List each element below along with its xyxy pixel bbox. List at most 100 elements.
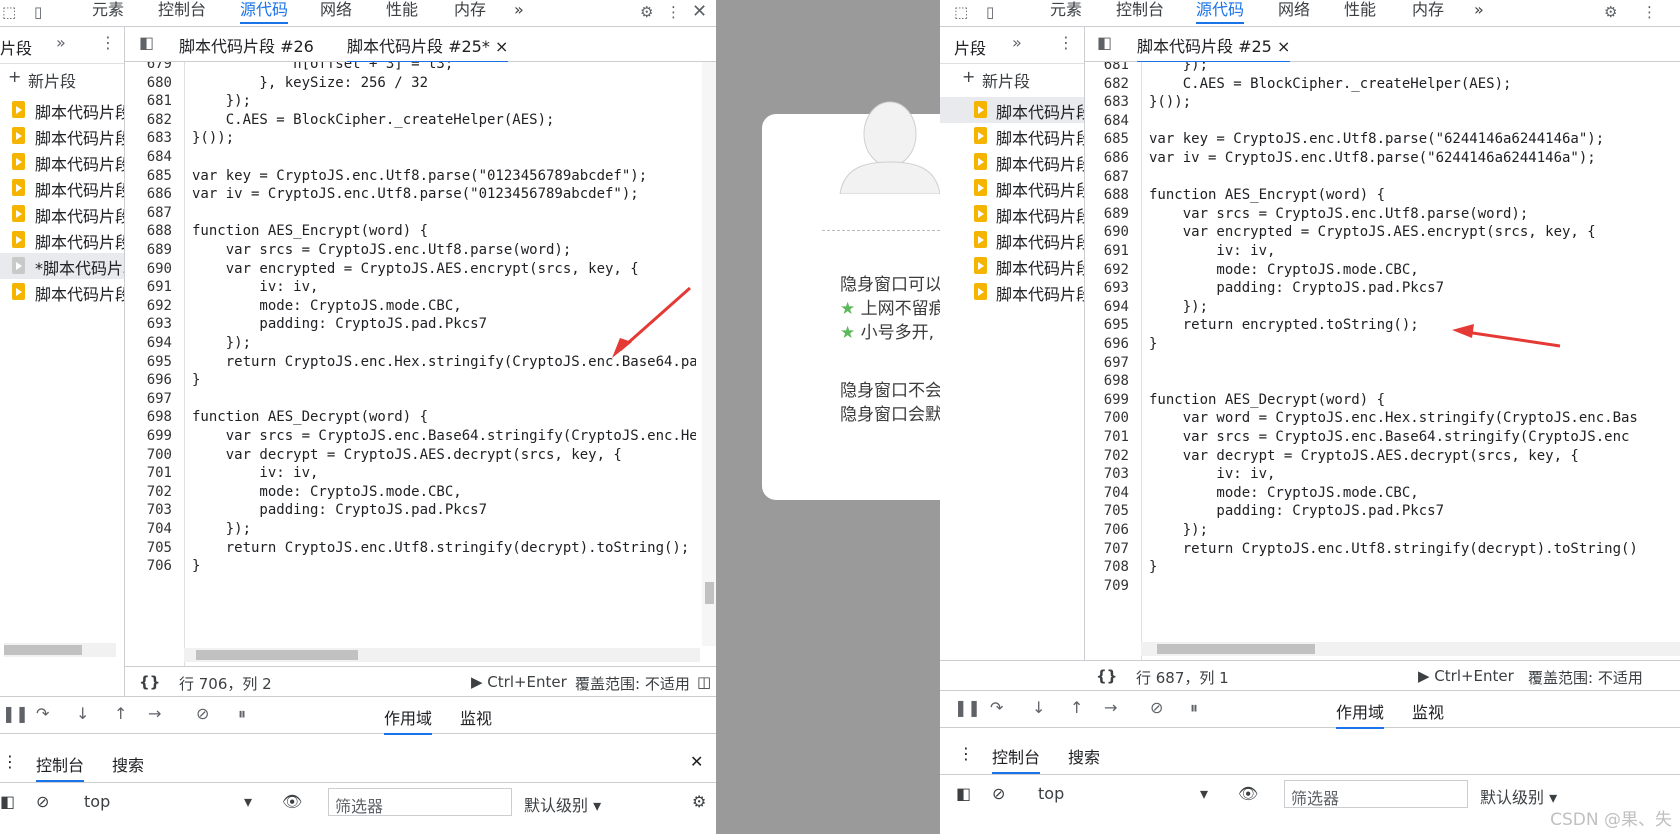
tab-watch[interactable]: 监视 xyxy=(460,705,492,729)
code-line[interactable]: var encrypted = CryptoJS.AES.encrypt(src… xyxy=(192,260,639,279)
code-line[interactable]: }()); xyxy=(192,129,234,148)
code-line[interactable]: iv: iv, xyxy=(192,464,318,483)
code-line[interactable]: }); xyxy=(192,334,251,353)
inspect-icon[interactable]: ⬚ xyxy=(954,3,968,21)
log-level-dropdown[interactable]: 默认级别 ▾ xyxy=(524,792,601,816)
code-line[interactable]: var srcs = CryptoJS.enc.Utf8.parse(word)… xyxy=(192,241,572,260)
code-line[interactable]: var iv = CryptoJS.enc.Utf8.parse("624414… xyxy=(1149,149,1596,168)
settings-gear-icon[interactable]: ⚙ xyxy=(1604,3,1617,21)
line-number[interactable]: 679 xyxy=(125,62,172,74)
line-number[interactable]: 695 xyxy=(1085,316,1129,335)
line-number[interactable]: 690 xyxy=(1085,223,1129,242)
code-line[interactable]: } xyxy=(1149,335,1157,354)
tab-console[interactable]: 控制台 xyxy=(158,0,206,26)
console-settings-gear-icon[interactable]: ⚙ xyxy=(692,792,706,811)
code-line[interactable]: function AES_Encrypt(word) { xyxy=(1149,186,1385,205)
console-filter-input[interactable]: 筛选器 xyxy=(1284,780,1468,808)
code-line[interactable]: var srcs = CryptoJS.enc.Base64.stringify… xyxy=(1149,428,1630,447)
code-line[interactable]: mode: CryptoJS.mode.CBC, xyxy=(192,483,461,502)
code-line[interactable]: function AES_Encrypt(word) { xyxy=(192,222,428,241)
line-number[interactable]: 682 xyxy=(1085,75,1129,94)
code-line[interactable]: }, keySize: 256 / 32 xyxy=(192,74,428,93)
line-number[interactable]: 690 xyxy=(125,260,172,279)
context-selector[interactable]: top xyxy=(84,792,110,811)
line-number[interactable]: 686 xyxy=(125,185,172,204)
line-number[interactable]: 689 xyxy=(1085,205,1129,224)
scroll-thumb[interactable] xyxy=(705,582,714,604)
close-drawer-icon[interactable]: ✕ xyxy=(690,752,703,771)
new-snippet-button[interactable]: + 新片段 xyxy=(0,64,124,92)
live-expression-eye-icon[interactable]: 👁 xyxy=(1238,784,1258,803)
line-number[interactable]: 681 xyxy=(125,92,172,111)
scroll-thumb[interactable] xyxy=(196,650,358,660)
line-number[interactable]: 682 xyxy=(125,111,172,130)
code-line[interactable]: var encrypted = CryptoJS.AES.encrypt(src… xyxy=(1149,223,1596,242)
line-number[interactable]: 688 xyxy=(1085,186,1129,205)
code-line[interactable]: }); xyxy=(1149,298,1208,317)
line-number[interactable]: 698 xyxy=(1085,372,1129,391)
line-number[interactable]: 692 xyxy=(1085,261,1129,280)
line-number[interactable]: 689 xyxy=(125,241,172,260)
line-number[interactable]: 686 xyxy=(1085,149,1129,168)
code-area[interactable]: }); C.AES = BlockCipher._createHelper(AE… xyxy=(1149,62,1680,640)
line-number[interactable]: 703 xyxy=(125,501,172,520)
inspect-icon[interactable]: ⬚ xyxy=(2,3,16,21)
code-hscrollbar[interactable] xyxy=(1141,642,1680,656)
line-number[interactable]: 707 xyxy=(1085,540,1129,559)
snippet-item[interactable]: 脚本代码片段 xyxy=(0,227,124,253)
line-number[interactable]: 701 xyxy=(125,464,172,483)
device-toolbar-icon[interactable]: ▯ xyxy=(34,3,42,21)
pause-icon[interactable]: ❚❚ xyxy=(2,704,29,723)
line-number[interactable]: 702 xyxy=(1085,447,1129,466)
pretty-print-button[interactable]: {} xyxy=(139,673,160,691)
line-number[interactable]: 684 xyxy=(1085,112,1129,131)
code-line[interactable]: }()); xyxy=(1149,93,1191,112)
tab-elements[interactable]: 元素 xyxy=(92,0,124,26)
code-line[interactable]: var word = CryptoJS.enc.Hex.stringify(Cr… xyxy=(1149,409,1638,428)
deactivate-breakpoints-icon[interactable]: ⊘ xyxy=(196,704,209,723)
snippet-item[interactable]: 脚本代码片段 xyxy=(0,123,124,149)
line-number[interactable]: 685 xyxy=(1085,130,1129,149)
code-line[interactable]: } xyxy=(192,371,200,390)
clear-console-icon[interactable]: ⊘ xyxy=(36,792,49,811)
line-number[interactable]: 699 xyxy=(1085,391,1129,410)
snippet-item[interactable]: 脚本代码片段 xyxy=(0,149,124,175)
context-selector[interactable]: top xyxy=(1038,784,1064,803)
file-tab-26[interactable]: 脚本代码片段 #26 xyxy=(179,33,314,57)
code-line[interactable]: return encrypted.toString(); xyxy=(1149,316,1419,335)
code-line[interactable]: var key = CryptoJS.enc.Utf8.parse("62441… xyxy=(1149,130,1604,149)
kebab-menu-icon[interactable]: ⋮ xyxy=(666,3,681,21)
line-number[interactable]: 702 xyxy=(125,483,172,502)
snippet-item[interactable]: 脚本代码片段 xyxy=(940,279,1084,305)
step-out-icon[interactable]: ↑ xyxy=(1070,698,1083,717)
code-line[interactable]: function AES_Decrypt(word) { xyxy=(192,408,428,427)
file-tab-25-modified[interactable]: 脚本代码片段 #25* × xyxy=(347,33,509,63)
line-number[interactable]: 708 xyxy=(1085,558,1129,577)
code-line[interactable]: h[offset + 3] = t3; xyxy=(192,62,453,74)
line-number[interactable]: 680 xyxy=(125,74,172,93)
snippet-item[interactable]: 脚本代码片段 xyxy=(940,201,1084,227)
scroll-thumb[interactable] xyxy=(4,645,82,655)
step-over-icon[interactable]: ↷ xyxy=(990,698,1003,717)
more-panels-icon[interactable]: » xyxy=(56,33,66,52)
code-line[interactable]: }); xyxy=(1149,521,1208,540)
toggle-debugger-icon[interactable]: ◫ xyxy=(697,673,711,691)
code-line[interactable]: mode: CryptoJS.mode.CBC, xyxy=(1149,261,1418,280)
line-number[interactable]: 683 xyxy=(1085,93,1129,112)
code-line[interactable]: padding: CryptoJS.pad.Pkcs7 xyxy=(1149,502,1444,521)
code-line[interactable]: padding: CryptoJS.pad.Pkcs7 xyxy=(192,315,487,334)
clear-console-icon[interactable]: ⊘ xyxy=(992,784,1005,803)
settings-gear-icon[interactable]: ⚙ xyxy=(640,3,653,21)
snippets-tab[interactable]: 片段 xyxy=(0,35,32,59)
log-level-dropdown[interactable]: 默认级别 ▾ xyxy=(1480,784,1557,808)
code-line[interactable]: }); xyxy=(192,520,251,539)
code-line[interactable]: return CryptoJS.enc.Utf8.stringify(decry… xyxy=(192,539,690,558)
drawer-tab-search[interactable]: 搜索 xyxy=(112,752,144,776)
code-line[interactable]: iv: iv, xyxy=(1149,242,1275,261)
pause-on-exceptions-icon[interactable]: ⏸ xyxy=(1190,698,1198,718)
code-line[interactable]: var srcs = CryptoJS.enc.Base64.stringify… xyxy=(192,427,696,446)
code-line[interactable]: C.AES = BlockCipher._createHelper(AES); xyxy=(1149,75,1512,94)
tab-performance[interactable]: 性能 xyxy=(386,0,418,26)
tab-memory[interactable]: 内存 xyxy=(454,0,486,26)
code-line[interactable]: }); xyxy=(192,92,251,111)
